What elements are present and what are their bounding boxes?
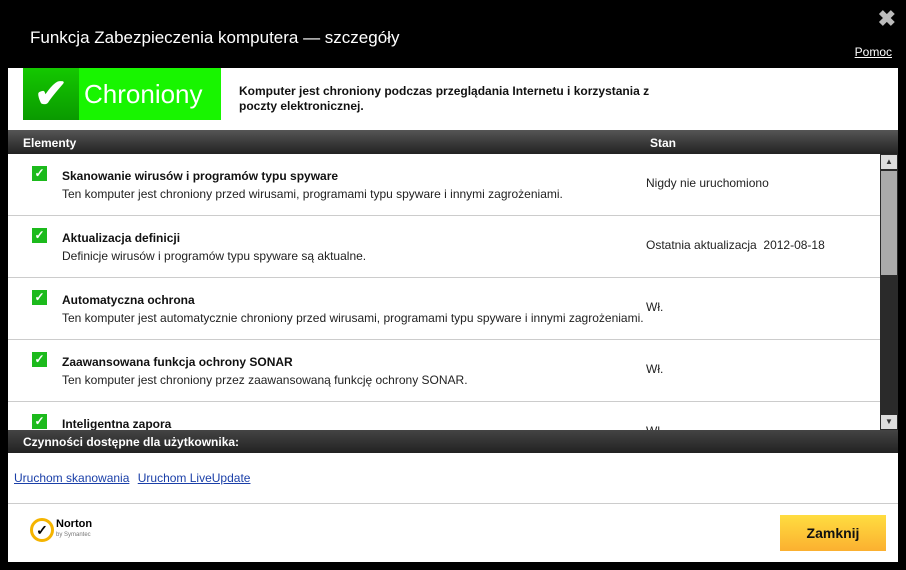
norton-logo: ✓ Norton by Symantec xyxy=(30,518,92,542)
checkbox-checked-icon: ✓ xyxy=(32,166,47,181)
divider xyxy=(8,503,898,504)
status-description: Komputer jest chroniony podczas przegląd… xyxy=(239,84,650,113)
scroll-down-icon[interactable]: ▼ xyxy=(881,415,897,429)
row-description: Ten komputer jest automatycznie chronion… xyxy=(62,311,644,325)
logo-text: Norton xyxy=(56,518,93,530)
row-title: Skanowanie wirusów i programów typu spyw… xyxy=(62,169,339,183)
checkbox-checked-icon: ✓ xyxy=(32,414,47,429)
row-description: Ten komputer jest chroniony przed wirusa… xyxy=(62,187,563,201)
status-label: Chroniony xyxy=(84,78,203,109)
scroll-up-icon[interactable]: ▲ xyxy=(881,155,897,169)
row-title: Automatyczna ochrona xyxy=(62,293,195,307)
table-row: ✓ Automatyczna ochrona Ten komputer jest… xyxy=(8,278,880,340)
row-title: Zaawansowana funkcja ochrony SONAR xyxy=(62,355,293,369)
scroll-thumb[interactable] xyxy=(881,171,897,275)
table-row: ✓ Aktualizacja definicji Definicje wirus… xyxy=(8,216,880,278)
row-state: Wł. xyxy=(646,300,664,314)
row-state: Wł. xyxy=(646,362,664,376)
window-title: Funkcja Zabezpieczenia komputera — szcze… xyxy=(30,28,400,47)
row-title: Aktualizacja definicji xyxy=(62,231,181,245)
row-state: Nigdy nie uruchomiono xyxy=(646,176,769,190)
content-panel: ✔ Chroniony Komputer jest chroniony podc… xyxy=(8,68,898,562)
column-state: Stan xyxy=(650,136,677,150)
run-liveupdate-link[interactable]: Uruchom LiveUpdate xyxy=(138,471,251,485)
close-button[interactable]: Zamknij xyxy=(780,515,886,551)
row-description: Definicje wirusów i programów typu spywa… xyxy=(62,249,367,263)
logo-subtext: by Symantec xyxy=(56,532,91,538)
row-description: Ten komputer jest chroniony przez zaawan… xyxy=(62,373,468,387)
table-row: ✓ Inteligentna zapora Wł. xyxy=(8,402,880,430)
scrollbar[interactable]: ▲ ▼ xyxy=(880,154,898,430)
column-elements: Elementy xyxy=(23,136,77,150)
run-scan-link[interactable]: Uruchom skanowania xyxy=(14,471,129,485)
table-row: ✓ Skanowanie wirusów i programów typu sp… xyxy=(8,154,880,216)
checkmark-icon: ✔ xyxy=(23,68,79,120)
table-header: Elementy Stan xyxy=(8,130,898,154)
norton-check-icon: ✓ xyxy=(30,518,54,542)
checkbox-checked-icon: ✓ xyxy=(32,290,47,305)
checkbox-checked-icon: ✓ xyxy=(32,228,47,243)
close-icon[interactable]: ✖ xyxy=(878,6,896,32)
help-link[interactable]: Pomoc xyxy=(855,45,892,59)
table-row: ✓ Zaawansowana funkcja ochrony SONAR Ten… xyxy=(8,340,880,402)
row-title: Inteligentna zapora xyxy=(62,417,172,430)
checkbox-checked-icon: ✓ xyxy=(32,352,47,367)
elements-list: ✓ Skanowanie wirusów i programów typu sp… xyxy=(8,154,880,430)
actions-links: Uruchom skanowania Uruchom LiveUpdate xyxy=(14,471,255,485)
status-badge: ✔ Chroniony xyxy=(23,68,221,120)
row-state: Ostatnia aktualizacja 2012-08-18 xyxy=(646,238,825,252)
actions-header: Czynności dostępne dla użytkownika: xyxy=(8,430,898,453)
